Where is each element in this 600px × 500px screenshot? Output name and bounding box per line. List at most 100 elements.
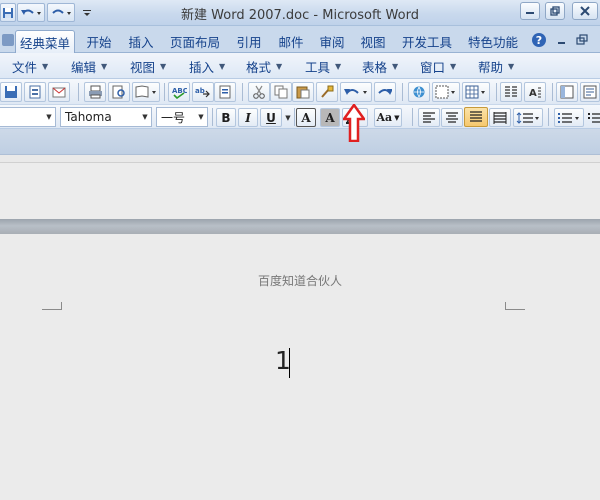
distributed-align-icon[interactable] <box>489 108 511 127</box>
tab-insert[interactable]: 插入 <box>122 30 160 53</box>
chevron-down-icon: ▼ <box>160 62 167 71</box>
print-icon[interactable] <box>84 82 106 102</box>
drawing-icon[interactable]: A <box>524 82 546 102</box>
tables-borders-icon[interactable] <box>432 82 460 102</box>
standard-toolbar: ABC ab A <box>0 79 600 105</box>
copy-icon[interactable] <box>270 82 292 102</box>
menu-table[interactable]: 表格 ▼ <box>362 57 398 76</box>
undo-button[interactable] <box>340 82 372 102</box>
font-size-value: 一号 <box>161 110 186 125</box>
change-case-label: Aa <box>376 111 393 124</box>
svg-text:?: ? <box>536 34 542 47</box>
close-window-button[interactable] <box>572 2 598 20</box>
svg-text:ABC: ABC <box>172 87 187 95</box>
save-icon[interactable] <box>0 82 22 102</box>
change-case-button[interactable]: Aa ▼ <box>374 108 402 127</box>
tab-special-features[interactable]: 特色功能 <box>462 30 524 53</box>
chevron-down-icon: ▼ <box>392 62 399 71</box>
menu-insert[interactable]: 插入 ▼ <box>189 57 225 76</box>
menu-tools[interactable]: 工具 ▼ <box>305 57 341 76</box>
chevron-down-icon: ▼ <box>198 113 204 121</box>
menu-format-label: 格式 <box>246 60 272 75</box>
columns-icon[interactable] <box>500 82 522 102</box>
toolbar-separator <box>402 83 403 101</box>
insert-table-icon[interactable] <box>462 82 490 102</box>
align-justify-icon[interactable] <box>464 107 488 127</box>
char-shading-button[interactable]: A <box>320 108 340 127</box>
toolbar-separator <box>78 83 79 101</box>
page-header-text[interactable]: 百度知道合伙人 <box>0 272 600 289</box>
menu-insert-label: 插入 <box>189 60 215 75</box>
toolbar-separator <box>212 108 213 126</box>
menu-tools-label: 工具 <box>305 60 331 75</box>
chevron-down-icon: ▼ <box>335 62 342 71</box>
italic-button[interactable]: I <box>238 108 258 127</box>
numbering-icon[interactable] <box>554 108 584 127</box>
office-button-icon[interactable] <box>1 30 15 50</box>
tab-review[interactable]: 审阅 <box>313 30 351 53</box>
hyperlink-icon[interactable] <box>408 82 430 102</box>
underline-dropdown-icon[interactable]: ▼ <box>283 108 293 127</box>
chevron-down-icon: ▼ <box>142 113 148 121</box>
email-icon[interactable] <box>48 82 70 102</box>
chevron-down-icon: ▼ <box>219 62 226 71</box>
help-icon[interactable]: ? <box>530 30 548 50</box>
font-size-combo[interactable]: 一号 ▼ <box>156 107 208 127</box>
cut-icon[interactable] <box>248 82 270 102</box>
window-title: 新建 Word 2007.doc - Microsoft Word <box>181 8 419 23</box>
show-hide-icon[interactable] <box>580 82 600 102</box>
menu-help[interactable]: 帮助 ▼ <box>478 57 514 76</box>
menu-file[interactable]: 文件 ▼ <box>12 57 48 76</box>
menu-format[interactable]: 格式 ▼ <box>246 57 282 76</box>
tab-references[interactable]: 引用 <box>230 30 268 53</box>
tab-home[interactable]: 开始 <box>80 30 118 53</box>
bullets-icon[interactable] <box>587 108 600 127</box>
menu-view[interactable]: 视图 ▼ <box>130 57 166 76</box>
chevron-down-icon: ▼ <box>508 62 515 71</box>
toolbar-separator <box>294 108 295 126</box>
menu-edit[interactable]: 编辑 ▼ <box>71 57 107 76</box>
restore-window-button[interactable] <box>545 2 565 20</box>
toolbar-separator <box>548 108 549 126</box>
ribbon-tabs: 经典菜单 开始 插入 页面布局 引用 邮件 审阅 视图 开发工具 特色功能 ? <box>0 26 600 53</box>
menu-view-label: 视图 <box>130 60 156 75</box>
line-spacing-icon[interactable] <box>513 108 543 127</box>
font-name-combo[interactable]: Tahoma ▼ <box>60 107 152 127</box>
restore-doc-icon[interactable] <box>575 30 589 50</box>
align-left-icon[interactable] <box>418 108 440 127</box>
bold-button[interactable]: B <box>216 108 236 127</box>
redo-icon[interactable] <box>374 82 396 102</box>
tab-mailings[interactable]: 邮件 <box>272 30 310 53</box>
previous-page-area[interactable] <box>0 162 600 219</box>
format-painter-icon[interactable] <box>316 82 338 102</box>
reading-view-icon[interactable] <box>132 82 160 102</box>
style-combo[interactable]: ▼ <box>0 107 56 127</box>
toolbar-separator <box>552 83 553 101</box>
char-border-button[interactable]: A <box>296 108 316 127</box>
underline-button[interactable]: U <box>260 108 282 127</box>
permission-icon[interactable] <box>24 82 46 102</box>
tab-classic-menu[interactable]: 经典菜单 <box>15 30 75 53</box>
tab-page-layout[interactable]: 页面布局 <box>164 30 226 53</box>
document-map-icon[interactable] <box>556 82 578 102</box>
tab-view[interactable]: 视图 <box>354 30 392 53</box>
research-icon[interactable]: ab <box>192 82 214 102</box>
chevron-down-icon: ▼ <box>276 62 283 71</box>
minimize-ribbon-icon[interactable] <box>555 30 569 50</box>
align-center-icon[interactable] <box>441 108 463 127</box>
chevron-down-icon: ▼ <box>394 113 400 122</box>
classic-menu-bar: 文件 ▼ 编辑 ▼ 视图 ▼ 插入 ▼ 格式 ▼ 工具 ▼ 表格 ▼ 窗口 ▼ 帮助 ▼ <box>0 53 600 79</box>
paste-icon[interactable] <box>292 82 314 102</box>
toolbar-separator <box>242 83 243 101</box>
spelling-icon[interactable]: ABC <box>168 82 190 102</box>
menu-window[interactable]: 窗口 ▼ <box>420 57 456 76</box>
chevron-down-icon: ▼ <box>42 62 49 71</box>
toolbar-separator <box>164 83 165 101</box>
print-preview-icon[interactable] <box>108 82 130 102</box>
minimize-window-button[interactable] <box>520 2 540 20</box>
font-name-value: Tahoma <box>65 110 112 124</box>
toolbar-separator <box>412 108 413 126</box>
menu-file-label: 文件 <box>12 60 38 75</box>
tab-developer[interactable]: 开发工具 <box>396 30 458 53</box>
translate-icon[interactable] <box>214 82 236 102</box>
